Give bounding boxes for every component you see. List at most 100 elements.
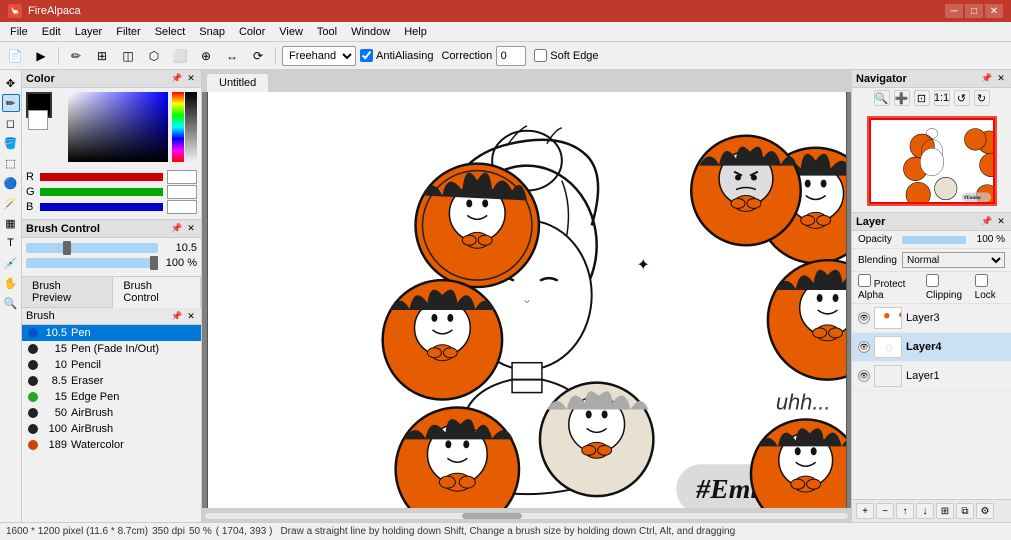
protect-alpha-checkbox[interactable]	[858, 274, 871, 287]
menu-item-color[interactable]: Color	[233, 24, 271, 40]
tab-brush-preview[interactable]: Brush Preview	[22, 277, 113, 307]
layer-item-layer3[interactable]: 👁 Layer3	[852, 304, 1011, 333]
toolbar-btn-4[interactable]: ⬡	[143, 45, 165, 67]
brush-ctrl-pin[interactable]: 📌	[171, 223, 183, 235]
lock-checkbox[interactable]	[975, 274, 988, 287]
text-tool[interactable]: T	[2, 234, 20, 252]
magic-wand-tool[interactable]: 🪄	[2, 194, 20, 212]
menu-item-view[interactable]: View	[273, 24, 309, 40]
zoom-tool[interactable]: 🔍	[2, 294, 20, 312]
nav-fit[interactable]: ⊡	[914, 90, 930, 106]
brush-item-3[interactable]: 8.5Eraser	[22, 373, 201, 389]
brush-item-2[interactable]: 10Pencil	[22, 357, 201, 373]
blue-bar[interactable]	[40, 203, 163, 211]
blue-input[interactable]: 0	[167, 200, 197, 214]
blend-mode-select[interactable]: Normal Multiply Screen	[902, 252, 1005, 268]
antialiasing-checkbox[interactable]: AntiAliasing	[360, 49, 433, 62]
brush-size-slider[interactable]	[26, 243, 158, 253]
antialiasing-input[interactable]	[360, 49, 373, 62]
menu-item-tool[interactable]: Tool	[311, 24, 343, 40]
brush-panel-close[interactable]: ✕	[185, 310, 197, 322]
layer-add-btn[interactable]: +	[856, 503, 874, 519]
layer3-visibility[interactable]: 👁	[858, 312, 870, 324]
menu-item-file[interactable]: File	[4, 24, 34, 40]
layer-up-btn[interactable]: ↑	[896, 503, 914, 519]
hue-slider[interactable]	[172, 92, 184, 162]
canvas-tab-untitled[interactable]: Untitled	[206, 73, 269, 92]
color-panel-close[interactable]: ✕	[185, 73, 197, 85]
toolbar-btn-6[interactable]: ⊕	[195, 45, 217, 67]
color-panel-pin[interactable]: 📌	[171, 73, 183, 85]
background-color-swatch[interactable]	[28, 110, 48, 130]
brush-mode-select[interactable]: Freehand	[282, 46, 356, 66]
toolbar-btn-5[interactable]: ⬜	[169, 45, 191, 67]
brush-item-4[interactable]: 15Edge Pen	[22, 389, 201, 405]
nav-rotate-right[interactable]: ↻	[974, 90, 990, 106]
menu-item-layer[interactable]: Layer	[69, 24, 109, 40]
tab-brush-control[interactable]: Brush Control	[113, 277, 201, 308]
soft-edge-input[interactable]	[534, 49, 547, 62]
green-bar[interactable]	[40, 188, 163, 196]
navigator-pin[interactable]: 📌	[981, 73, 993, 85]
menu-item-window[interactable]: Window	[345, 24, 396, 40]
menu-item-help[interactable]: Help	[398, 24, 433, 40]
nav-100[interactable]: 1:1	[934, 90, 950, 106]
layer1-visibility[interactable]: 👁	[858, 370, 870, 382]
navigator-close[interactable]: ✕	[995, 73, 1007, 85]
eraser-tool[interactable]: ◻	[2, 114, 20, 132]
lock-label[interactable]: Lock	[975, 274, 1005, 301]
layer-panel-pin[interactable]: 📌	[981, 216, 993, 228]
brush-item-7[interactable]: 189Watercolor	[22, 437, 201, 453]
hand-tool[interactable]: ✋	[2, 274, 20, 292]
brush-item-1[interactable]: 15Pen (Fade In/Out)	[22, 341, 201, 357]
brush-item-0[interactable]: 10.5Pen	[22, 325, 201, 341]
red-bar[interactable]	[40, 173, 163, 181]
nav-zoom-out[interactable]: 🔍	[874, 90, 890, 106]
green-input[interactable]: 0	[167, 185, 197, 199]
protect-alpha-label[interactable]: Protect Alpha	[858, 274, 920, 301]
layer-delete-btn[interactable]: −	[876, 503, 894, 519]
nav-rotate-left[interactable]: ↺	[954, 90, 970, 106]
canvas-drawing[interactable]: uhh... #Emina ✦ ✦ ✦ ✦ ✦	[207, 92, 847, 508]
grid-btn[interactable]: ⊞	[91, 45, 113, 67]
lasso-tool[interactable]: 🔵	[2, 174, 20, 192]
toolbar-btn-3[interactable]: ◫	[117, 45, 139, 67]
fill-tool[interactable]: 🪣	[2, 134, 20, 152]
eyedropper-tool[interactable]: 💉	[2, 254, 20, 272]
scrollbar-track-h[interactable]	[204, 512, 849, 520]
brush-item-6[interactable]: 100AirBrush	[22, 421, 201, 437]
layer-item-layer4[interactable]: 👁 Layer4	[852, 333, 1011, 362]
menu-item-snap[interactable]: Snap	[193, 24, 231, 40]
move-tool[interactable]: ✥	[2, 74, 20, 92]
play-button[interactable]: ▶	[30, 45, 52, 67]
brush-opacity-slider[interactable]	[26, 258, 158, 268]
color-gradient-picker[interactable]	[68, 92, 168, 162]
scrollbar-thumb-h[interactable]	[462, 513, 522, 519]
navigator-preview[interactable]: #Emina	[867, 116, 997, 206]
nav-zoom-in[interactable]: ➕	[894, 90, 910, 106]
brush-ctrl-close[interactable]: ✕	[185, 223, 197, 235]
clipping-label[interactable]: Clipping	[926, 274, 969, 301]
alpha-slider[interactable]	[185, 92, 197, 162]
red-input[interactable]: 0	[167, 170, 197, 184]
canvas-content[interactable]: uhh... #Emina ✦ ✦ ✦ ✦ ✦	[202, 92, 851, 508]
layer-item-layer1[interactable]: 👁 Layer1	[852, 362, 1011, 391]
horizontal-scrollbar[interactable]	[202, 508, 851, 522]
menu-item-filter[interactable]: Filter	[110, 24, 146, 40]
toolbar-btn-7[interactable]: ↔	[221, 45, 243, 67]
layer-down-btn[interactable]: ↓	[916, 503, 934, 519]
new-button[interactable]: 📄	[4, 45, 26, 67]
layer-panel-close[interactable]: ✕	[995, 216, 1007, 228]
menu-item-select[interactable]: Select	[149, 24, 192, 40]
layer-copy-btn[interactable]: ⧉	[956, 503, 974, 519]
opacity-slider[interactable]	[902, 236, 966, 244]
brush-panel-pin[interactable]: 📌	[171, 310, 183, 322]
brush-item-5[interactable]: 50AirBrush	[22, 405, 201, 421]
soft-edge-checkbox[interactable]: Soft Edge	[534, 49, 598, 62]
layer4-visibility[interactable]: 👁	[858, 341, 870, 353]
toolbar-btn-8[interactable]: ⟳	[247, 45, 269, 67]
close-button[interactable]: ✕	[985, 4, 1003, 18]
brush-tool[interactable]: ✏	[2, 94, 20, 112]
layer-merge-btn[interactable]: ⊞	[936, 503, 954, 519]
menu-item-edit[interactable]: Edit	[36, 24, 67, 40]
